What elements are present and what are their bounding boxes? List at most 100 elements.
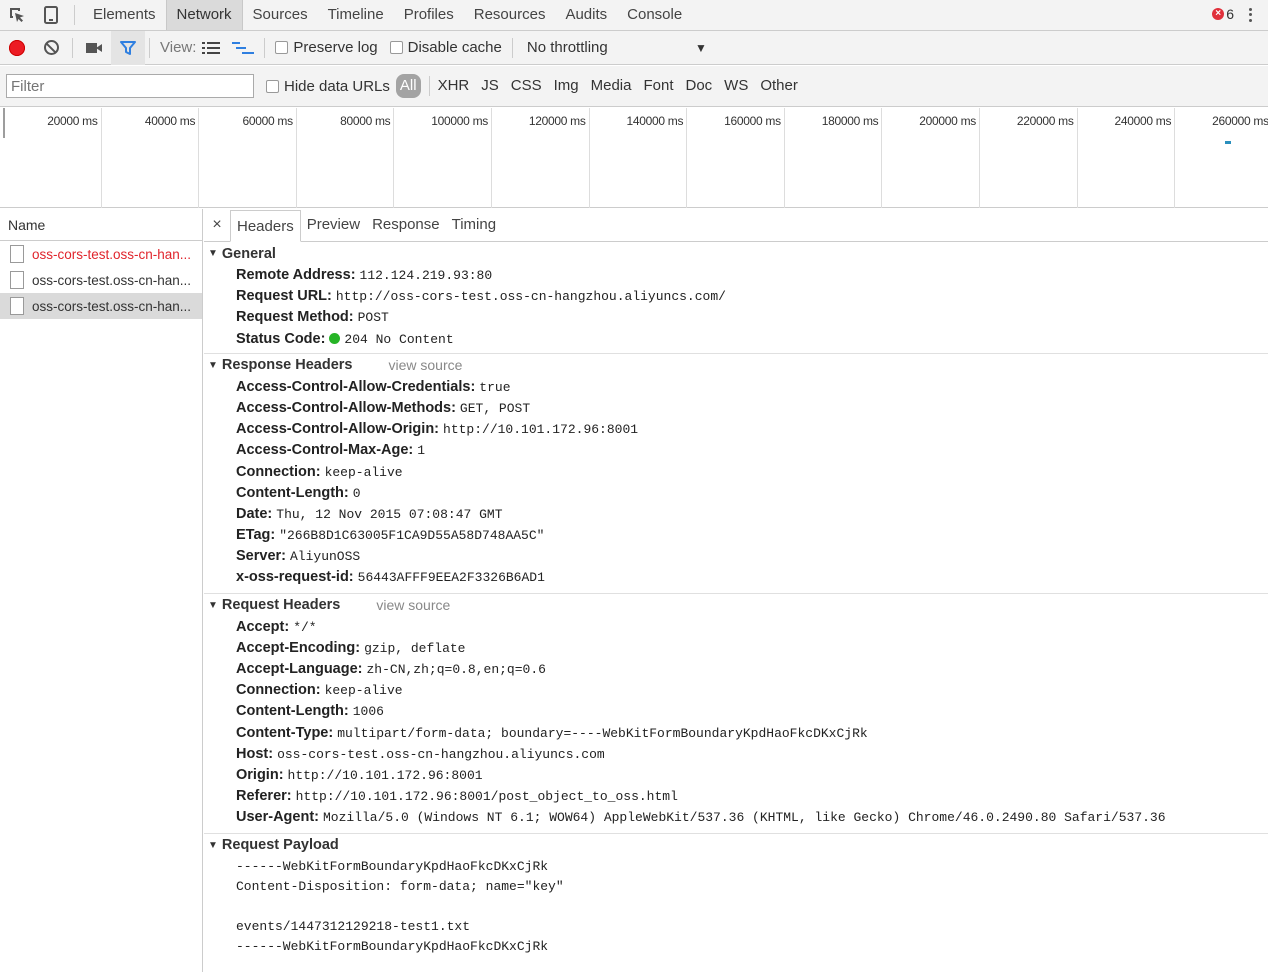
filter-type-all[interactable]: All <box>395 74 421 98</box>
filter-type-font[interactable]: Font <box>637 74 679 98</box>
tab-timeline[interactable]: Timeline <box>318 0 394 30</box>
filter-type-media[interactable]: Media <box>585 74 638 98</box>
time-tick-label: 140000 ms <box>626 114 684 128</box>
tab-elements[interactable]: Elements <box>83 0 166 30</box>
tab-response[interactable]: Response <box>366 209 446 241</box>
request-row-selected[interactable]: oss-cors-test.oss-cn-han... <box>0 293 202 319</box>
header-key: Access-Control-Max-Age: <box>236 442 414 459</box>
filter-input[interactable] <box>6 74 254 98</box>
header-value: Thu, 12 Nov 2015 07:08:47 GMT <box>276 506 503 522</box>
capture-screenshots-button[interactable] <box>77 31 111 65</box>
preserve-log-label: Preserve log <box>293 39 378 56</box>
document-icon <box>10 271 24 289</box>
filter-type-js[interactable]: JS <box>475 74 505 98</box>
header-value: */* <box>293 619 317 635</box>
tab-preview[interactable]: Preview <box>301 209 366 241</box>
tab-console[interactable]: Console <box>617 0 692 30</box>
section-title: General <box>221 245 276 262</box>
header-value: POST <box>357 310 389 326</box>
divider <box>149 37 150 58</box>
header-row: User-Agent: Mozilla/5.0 (Windows NT 6.1; … <box>204 807 1268 828</box>
header-value: 112.124.219.93:80 <box>359 268 493 283</box>
inspect-element-icon[interactable] <box>0 0 34 30</box>
list-view-icon <box>202 41 221 54</box>
header-value: zh-CN,zh;q=0.8,en;q=0.6 <box>366 662 546 677</box>
header-value: http://10.101.172.96:8001/post_object_to… <box>295 789 678 805</box>
tab-audits[interactable]: Audits <box>555 0 617 30</box>
section-title: Request Payload <box>221 837 339 853</box>
header-value: 56443AFFF9EEA2F3326B6AD1 <box>357 570 545 586</box>
request-row[interactable]: oss-cors-test.oss-cn-han... <box>0 267 202 293</box>
network-overview[interactable]: 20000 ms 40000 ms 60000 ms 80000 ms 100000 m… <box>0 108 1268 208</box>
filter-type-css[interactable]: CSS <box>505 74 548 98</box>
payload-line: ------WebKitFormBoundaryKpdHaoFkcDKxCjRk <box>236 938 549 954</box>
overview-column: 260000 ms <box>1175 108 1268 208</box>
overview-column: 140000 ms <box>590 108 688 208</box>
time-tick-label: 160000 ms <box>724 114 781 128</box>
filter-type-xhr[interactable]: XHR <box>432 74 476 98</box>
clear-button[interactable] <box>34 31 68 65</box>
filter-type-img[interactable]: Img <box>548 74 585 98</box>
header-row: Request Method: POST <box>204 307 1268 328</box>
header-key: Origin: <box>236 766 284 783</box>
close-icon[interactable]: × <box>204 209 230 241</box>
tab-sources[interactable]: Sources <box>243 0 318 30</box>
document-icon <box>10 297 24 315</box>
throttling-value: No throttling <box>526 39 608 56</box>
divider <box>264 37 266 58</box>
divider <box>428 76 430 96</box>
overview-button[interactable] <box>226 31 260 65</box>
large-rows-button[interactable] <box>196 31 226 65</box>
filter-type-ws[interactable]: WS <box>718 74 754 98</box>
header-key: Access-Control-Allow-Methods: <box>236 399 456 416</box>
time-tick-label: 260000 ms <box>1212 114 1268 128</box>
header-key: User-Agent: <box>236 809 319 826</box>
tab-network[interactable]: Network <box>165 0 243 30</box>
tab-resources[interactable]: Resources <box>464 0 556 30</box>
request-headers-header[interactable]: ▼ Request Headers view source <box>204 594 1268 617</box>
header-row: Origin: http://10.101.172.96:8001 <box>204 765 1268 786</box>
filter-type-other[interactable]: Other <box>754 74 804 98</box>
header-row: Content-Type: multipart/form-data; bounda… <box>204 723 1268 744</box>
tab-timing[interactable]: Timing <box>446 209 502 241</box>
tab-profiles[interactable]: Profiles <box>394 0 464 30</box>
view-source-link[interactable]: view source <box>388 357 462 373</box>
filter-type-doc[interactable]: Doc <box>679 74 718 98</box>
disable-cache-checkbox[interactable]: Disable cache <box>389 39 502 56</box>
header-row: Accept: */* <box>204 617 1268 638</box>
header-row: ETag: "266B8D1C63005F1CA9D55A58D748AA5C" <box>204 525 1268 546</box>
request-payload-header[interactable]: ▼ Request Payload <box>204 834 1268 857</box>
waterfall-icon <box>232 41 255 54</box>
checkbox-box[interactable] <box>275 41 289 54</box>
header-value: 1 <box>417 443 426 459</box>
header-row: Content-Length: 0 <box>204 483 1268 504</box>
header-key: Server: <box>236 548 286 565</box>
filter-toggle-button[interactable] <box>111 30 145 65</box>
checkbox-box[interactable] <box>389 41 403 54</box>
header-row: Date: Thu, 12 Nov 2015 07:08:47 GMT <box>204 504 1268 525</box>
overview-column: 60000 ms <box>199 108 297 208</box>
payload-line: ------WebKitFormBoundaryKpdHaoFkcDKxCjRk <box>236 858 549 874</box>
device-mode-icon[interactable] <box>34 0 68 30</box>
status-ok-icon <box>329 332 341 344</box>
overview-column: 240000 ms <box>1078 108 1176 208</box>
hide-data-urls-checkbox[interactable]: Hide data URLs <box>266 78 390 95</box>
disable-cache-label: Disable cache <box>407 39 502 56</box>
error-counter[interactable]: × 6 <box>1212 6 1234 22</box>
header-value: 204 No Content <box>344 331 454 347</box>
preserve-log-checkbox[interactable]: Preserve log <box>275 39 378 56</box>
camera-icon <box>86 42 102 53</box>
checkbox-box[interactable] <box>266 79 279 93</box>
payload-line: Content-Disposition: form-data; name="ke… <box>236 878 564 894</box>
name-column-header[interactable]: Name <box>0 209 202 241</box>
clear-icon <box>43 40 59 55</box>
response-headers-header[interactable]: ▼ Response Headers view source <box>204 354 1268 377</box>
more-options-icon[interactable] <box>1242 5 1258 25</box>
request-row[interactable]: oss-cors-test.oss-cn-han... <box>0 241 202 267</box>
throttling-select[interactable]: No throttling ▼ <box>527 39 707 56</box>
view-source-link[interactable]: view source <box>376 597 450 613</box>
header-value: 1006 <box>352 704 384 720</box>
tab-headers[interactable]: Headers <box>230 210 301 242</box>
general-header[interactable]: ▼ General <box>204 242 1268 265</box>
record-button[interactable] <box>0 31 34 65</box>
